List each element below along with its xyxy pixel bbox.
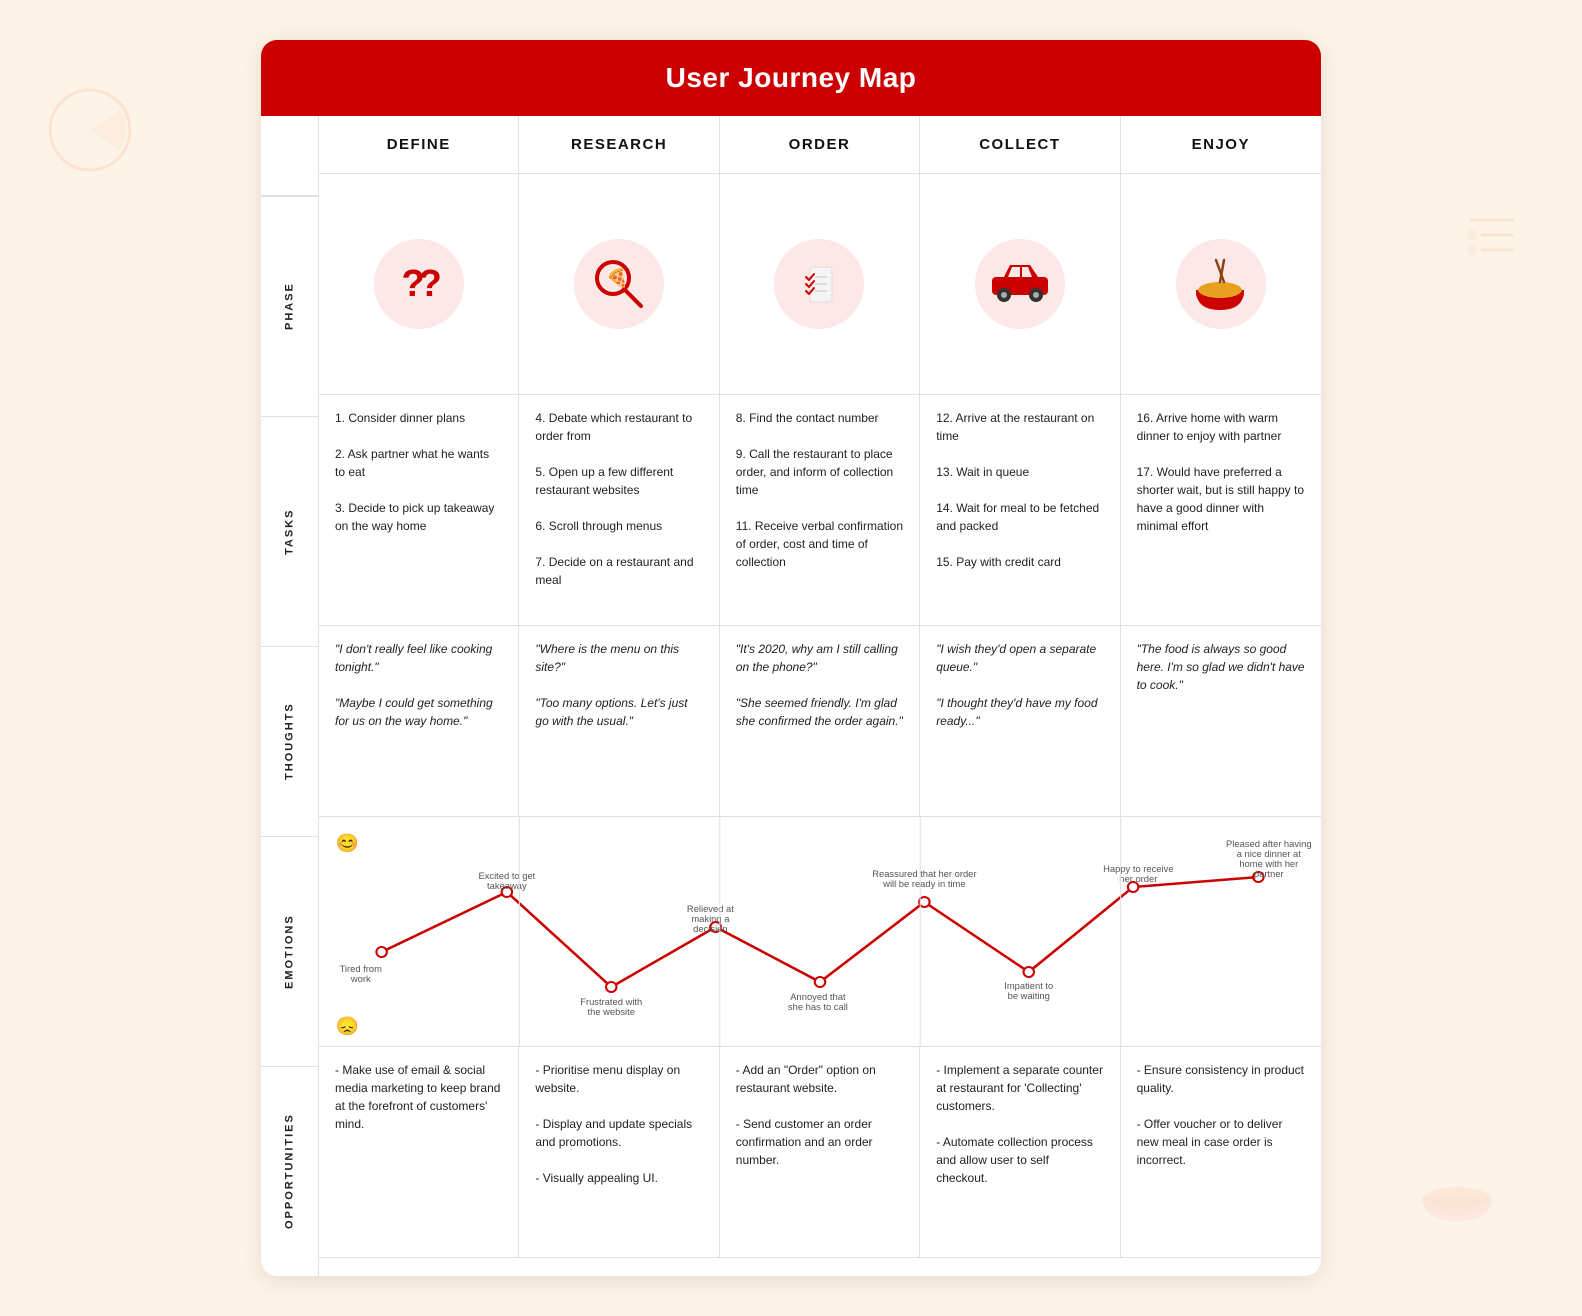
col-header-collect: COLLECT — [920, 116, 1120, 173]
phase-icon-collect — [975, 239, 1065, 329]
phase-cell-research: 🍕 — [519, 174, 719, 394]
svg-text:making a: making a — [691, 914, 730, 924]
thoughts-section-row: "I don't really feel like cooking tonigh… — [319, 626, 1321, 817]
opps-cell-collect: - Implement a separate counter at restau… — [920, 1047, 1120, 1257]
col-header-order: ORDER — [720, 116, 920, 173]
svg-text:she has to call: she has to call — [788, 1002, 848, 1012]
car-icon — [986, 259, 1054, 309]
phase-row-label: PHASE — [261, 196, 318, 416]
tasks-row-label: TASKS — [261, 416, 318, 646]
opps-cell-research: - Prioritise menu display on website. - … — [519, 1047, 719, 1257]
phase-icon-research: 🍕 — [574, 239, 664, 329]
thoughts-cell-research: "Where is the menu on this site?" "Too m… — [519, 626, 719, 816]
thoughts-cell-order: "It's 2020, why am I still calling on th… — [720, 626, 920, 816]
tasks-cell-enjoy: 16. Arrive home with warm dinner to enjo… — [1121, 395, 1321, 625]
svg-text:Excited to get: Excited to get — [478, 871, 535, 881]
bg-decor-checklist — [1462, 200, 1522, 285]
svg-text:be waiting: be waiting — [1008, 991, 1050, 1001]
svg-text:work: work — [350, 974, 371, 984]
phase-cell-define: ?? — [319, 174, 519, 394]
svg-text:Relieved at: Relieved at — [687, 904, 734, 914]
tasks-cell-define: 1. Consider dinner plans 2. Ask partner … — [319, 395, 519, 625]
svg-text:Pleased after having: Pleased after having — [1226, 839, 1312, 849]
svg-text:Frustrated with: Frustrated with — [580, 997, 642, 1007]
svg-text:partner: partner — [1254, 869, 1284, 879]
table-wrap: PHASE TASKS THOUGHTS EMOTIONS OPPORTUNIT… — [261, 116, 1321, 1276]
col-header-enjoy: ENJOY — [1121, 116, 1321, 173]
svg-text:will be ready in time: will be ready in time — [882, 879, 965, 889]
columns-wrap: DEFINE RESEARCH ORDER COLLECT ENJOY ?? — [319, 116, 1321, 1276]
svg-text:Tired from: Tired from — [340, 964, 383, 974]
svg-text:Impatient to: Impatient to — [1004, 981, 1053, 991]
svg-text:Happy to receive: Happy to receive — [1103, 864, 1173, 874]
thoughts-cell-enjoy: "The food is always so good here. I'm so… — [1121, 626, 1321, 816]
phase-cell-enjoy — [1121, 174, 1321, 394]
svg-text:takeaway: takeaway — [487, 881, 527, 891]
tasks-cell-order: 8. Find the contact number 9. Call the r… — [720, 395, 920, 625]
svg-text:😞: 😞 — [336, 1015, 359, 1036]
phase-cell-order — [720, 174, 920, 394]
phase-icon-enjoy — [1176, 239, 1266, 329]
tasks-cell-research: 4. Debate which restaurant to order from… — [519, 395, 719, 625]
tasks-cell-collect: 12. Arrive at the restaurant on time 13.… — [920, 395, 1120, 625]
svg-text:decision: decision — [693, 924, 727, 934]
question-mark-icon: ?? — [401, 256, 435, 313]
ramen-bowl-icon — [1188, 252, 1253, 317]
svg-text:the website: the website — [588, 1007, 635, 1017]
opps-cell-define: - Make use of email & social media marke… — [319, 1047, 519, 1257]
emotions-row-label: EMOTIONS — [261, 836, 318, 1066]
svg-text:Annoyed that: Annoyed that — [790, 992, 846, 1002]
journey-map-card: User Journey Map PHASE TASKS THOUGHTS EM… — [261, 40, 1321, 1276]
bg-decor-crescent-right — [1472, 400, 1542, 475]
thoughts-row-label: THOUGHTS — [261, 646, 318, 836]
svg-text:😊: 😊 — [336, 832, 359, 853]
thoughts-cell-collect: "I wish they'd open a separate queue." "… — [920, 626, 1120, 816]
svg-text:her order: her order — [1119, 874, 1157, 884]
bg-decor-crescent-left — [60, 1111, 140, 1196]
emotion-svg: 😊 😞 — [319, 817, 1321, 1047]
row-labels: PHASE TASKS THOUGHTS EMOTIONS OPPORTUNIT… — [261, 116, 319, 1276]
phase-cell-collect — [920, 174, 1120, 394]
svg-text:home with her: home with her — [1239, 859, 1298, 869]
emotions-section-row: 😊 😞 — [319, 817, 1321, 1047]
col-header-define: DEFINE — [319, 116, 519, 173]
thoughts-cell-define: "I don't really feel like cooking tonigh… — [319, 626, 519, 816]
opps-cell-order: - Add an "Order" option on restaurant we… — [720, 1047, 920, 1257]
phase-icon-define: ?? — [374, 239, 464, 329]
col-header-research: RESEARCH — [519, 116, 719, 173]
card-title: User Journey Map — [261, 40, 1321, 116]
opps-cell-enjoy: - Ensure consistency in product quality.… — [1121, 1047, 1321, 1257]
svg-text:🍕: 🍕 — [606, 267, 628, 288]
search-pizza-icon: 🍕 — [589, 254, 649, 314]
emotion-chart: 😊 😞 — [319, 817, 1321, 1047]
col-headers: DEFINE RESEARCH ORDER COLLECT ENJOY — [319, 116, 1321, 174]
checklist-icon — [792, 257, 847, 312]
bg-decor-bowl-right — [1412, 1151, 1502, 1236]
phase-icon-order — [774, 239, 864, 329]
opportunities-row-label: OPPORTUNITIES — [261, 1066, 318, 1276]
tasks-section-row: 1. Consider dinner plans 2. Ask partner … — [319, 395, 1321, 626]
opportunities-section-row: - Make use of email & social media marke… — [319, 1047, 1321, 1258]
svg-text:Reassured that her order: Reassured that her order — [872, 869, 976, 879]
phase-section-row: ?? 🍕 — [319, 174, 1321, 395]
bg-decor-pizza — [40, 80, 140, 185]
svg-text:a nice dinner at: a nice dinner at — [1237, 849, 1302, 859]
